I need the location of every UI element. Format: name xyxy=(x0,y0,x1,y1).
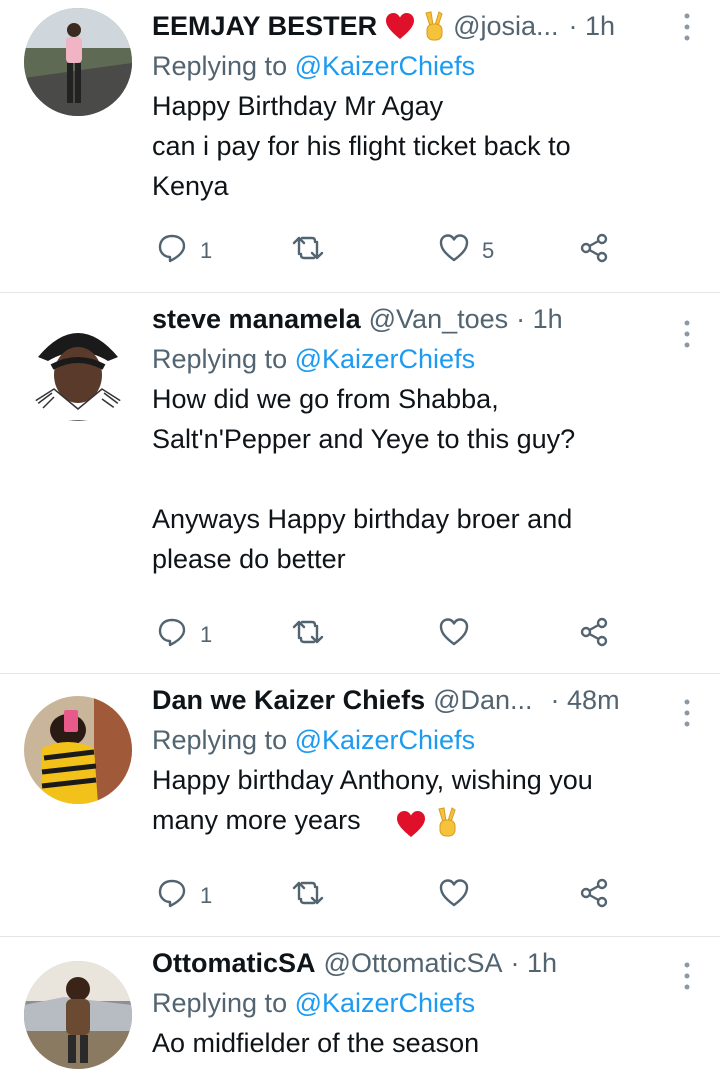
like-count: 5 xyxy=(482,238,495,263)
tweet-text: Happy Birthday Mr Agay can i pay for his… xyxy=(152,91,571,201)
retweet-button[interactable] xyxy=(292,878,336,914)
reply-button[interactable]: 1 xyxy=(156,617,212,653)
reply-count: 1 xyxy=(200,622,213,647)
replying-to: Replying to @KaizerChiefs xyxy=(152,720,680,760)
retweet-icon xyxy=(292,616,324,654)
more-icon[interactable] xyxy=(680,959,694,993)
tweet[interactable]: steve manamela @Van_toes · 1h Replying t… xyxy=(0,293,720,674)
avatar[interactable] xyxy=(24,313,132,421)
timestamp[interactable]: · 1h xyxy=(569,6,616,46)
more-icon[interactable] xyxy=(680,317,694,351)
more-icon[interactable] xyxy=(680,10,694,44)
avatar[interactable] xyxy=(24,961,132,1069)
reply-icon xyxy=(156,877,188,915)
replying-label: Replying to xyxy=(152,988,295,1018)
replying-to-link[interactable]: @KaizerChiefs xyxy=(295,51,475,81)
victory-hand-emoji-icon xyxy=(421,10,447,42)
replying-to: Replying to @KaizerChiefs xyxy=(152,983,680,1023)
like-button[interactable] xyxy=(438,617,482,653)
like-button[interactable] xyxy=(438,878,482,914)
share-button[interactable] xyxy=(578,233,610,269)
reply-button[interactable]: 1 xyxy=(156,878,212,914)
share-button[interactable] xyxy=(578,878,610,914)
tweet-actions: 1 xyxy=(152,878,720,914)
tweet[interactable]: EEMJAY BESTER @josia... · 1h Replying to… xyxy=(0,0,720,293)
like-icon xyxy=(438,616,470,654)
share-icon xyxy=(578,877,610,915)
replying-to: Replying to @KaizerChiefs xyxy=(152,339,680,379)
tweet-actions: 1 xyxy=(152,617,720,653)
display-name[interactable]: Dan we Kaizer Chiefs xyxy=(152,680,425,720)
reply-count: 1 xyxy=(200,883,213,908)
reply-count: 1 xyxy=(200,238,213,263)
reply-button[interactable]: 1 xyxy=(156,233,212,269)
like-icon xyxy=(438,232,470,270)
tweet[interactable]: OttomaticSA @OttomaticSA · 1h Replying t… xyxy=(0,937,720,1084)
display-name[interactable]: OttomaticSA xyxy=(152,943,316,983)
reply-icon xyxy=(156,616,188,654)
timestamp[interactable]: · 1h xyxy=(516,299,563,339)
handle[interactable]: @OttomaticSA xyxy=(324,943,503,983)
tweet-actions: 1 5 xyxy=(152,233,720,269)
retweet-icon xyxy=(292,877,324,915)
replying-to-link[interactable]: @KaizerChiefs xyxy=(295,344,475,374)
victory-hand-emoji-icon xyxy=(434,806,460,843)
tweet[interactable]: Dan we Kaizer Chiefs @Dan... · 48m Reply… xyxy=(0,674,720,937)
replying-label: Replying to xyxy=(152,344,295,374)
avatar[interactable] xyxy=(24,696,132,804)
more-icon[interactable] xyxy=(680,696,694,730)
display-name[interactable]: EEMJAY BESTER xyxy=(152,6,377,46)
timestamp[interactable]: · 48m xyxy=(551,680,620,720)
like-icon xyxy=(438,877,470,915)
replying-to-link[interactable]: @KaizerChiefs xyxy=(295,725,475,755)
share-button[interactable] xyxy=(578,617,610,653)
replying-to-link[interactable]: @KaizerChiefs xyxy=(295,988,475,1018)
like-button[interactable]: 5 xyxy=(438,233,494,269)
timestamp[interactable]: · 1h xyxy=(511,943,558,983)
replying-label: Replying to xyxy=(152,725,295,755)
red-heart-emoji-icon xyxy=(396,810,426,843)
handle[interactable]: @josia... xyxy=(453,6,558,46)
avatar[interactable] xyxy=(24,8,132,116)
handle[interactable]: @Van_toes xyxy=(369,299,509,339)
retweet-button[interactable] xyxy=(292,617,336,653)
retweet-button[interactable] xyxy=(292,233,336,269)
share-icon xyxy=(578,616,610,654)
retweet-icon xyxy=(292,232,324,270)
display-name[interactable]: steve manamela xyxy=(152,299,361,339)
tweet-text: How did we go from Shabba, Salt'n'Pepper… xyxy=(152,384,576,574)
handle[interactable]: @Dan... xyxy=(433,680,532,720)
share-icon xyxy=(578,232,610,270)
replying-label: Replying to xyxy=(152,51,295,81)
replying-to: Replying to @KaizerChiefs xyxy=(152,46,680,86)
reply-icon xyxy=(156,232,188,270)
tweet-text: Ao midfielder of the season xyxy=(152,1028,480,1058)
red-heart-emoji-icon xyxy=(385,12,415,40)
